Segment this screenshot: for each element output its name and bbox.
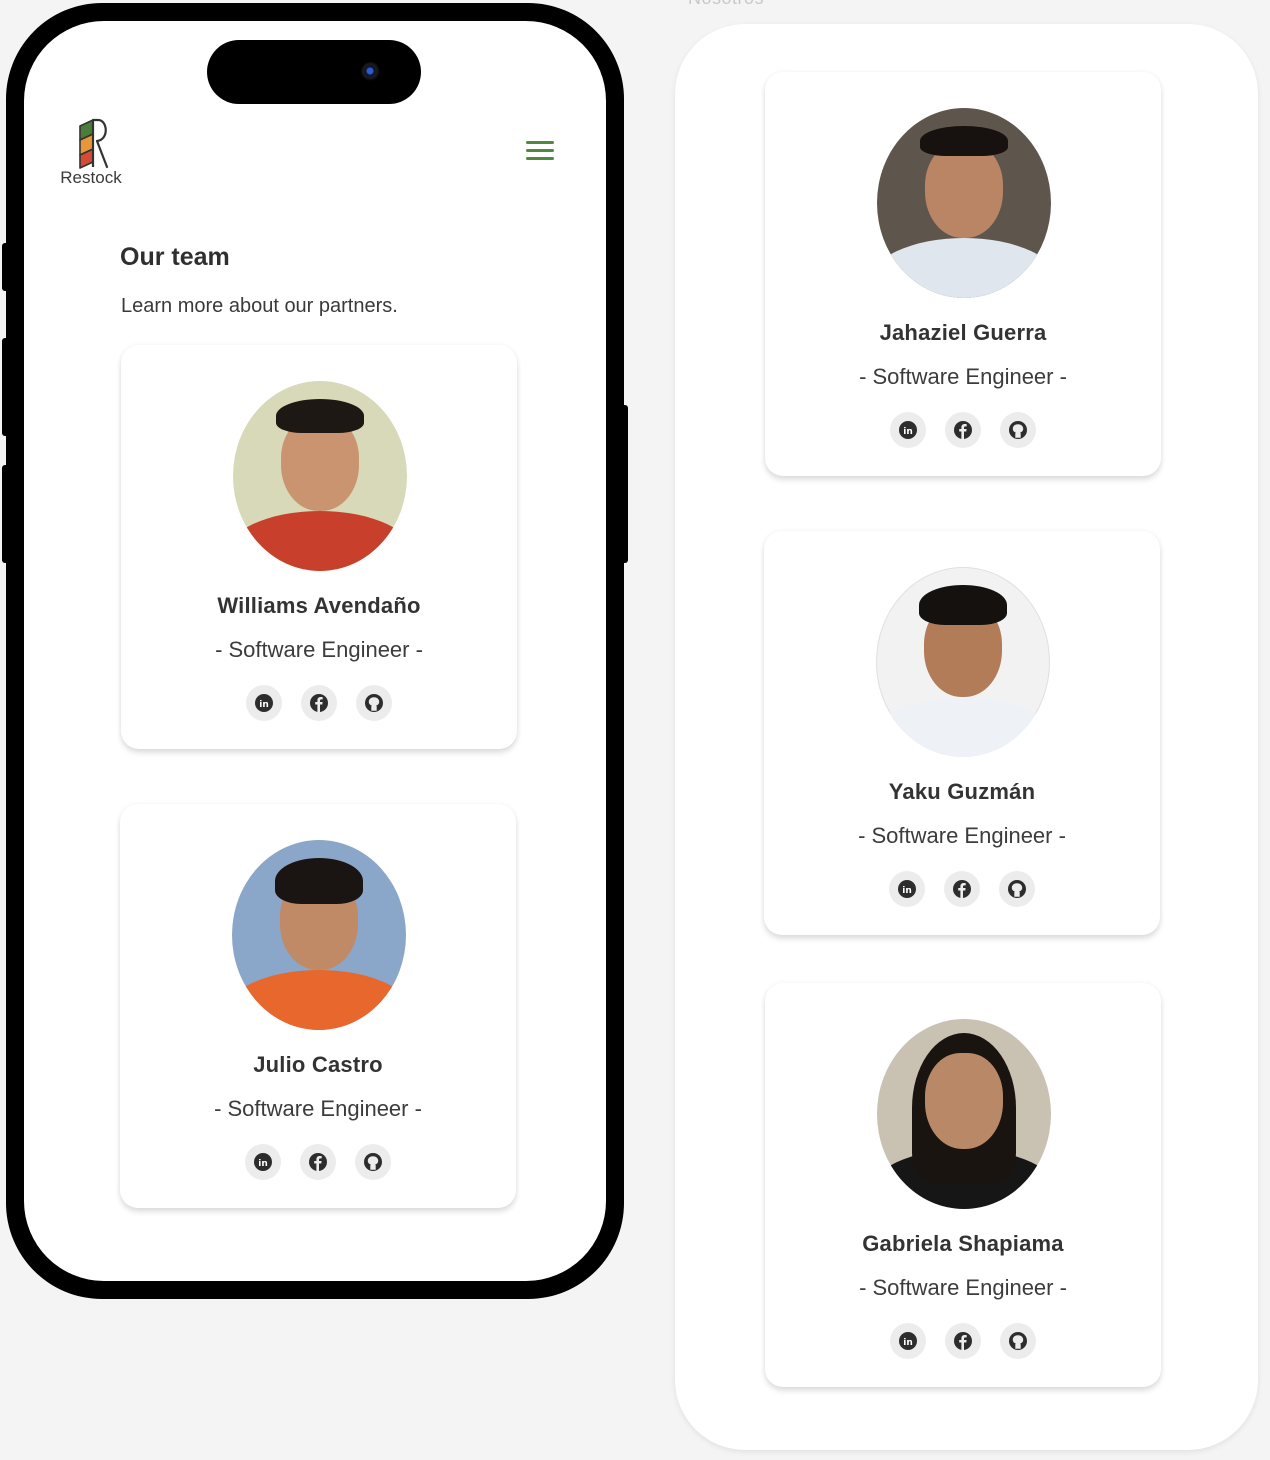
facebook-button[interactable] [944,871,980,907]
linkedin-icon: in [255,694,273,712]
github-button[interactable] [999,871,1035,907]
camera-icon [361,62,381,82]
member-card: Yaku Guzmán - Software Engineer - in [764,531,1160,935]
facebook-icon [954,1332,972,1350]
github-icon [365,694,383,712]
github-button[interactable] [355,1144,391,1180]
desktop-team-panel: Jahaziel Guerra - Software Engineer - in… [675,24,1258,1450]
facebook-icon [954,421,972,439]
github-icon [1009,1332,1027,1350]
member-role: - Software Engineer - [859,1275,1067,1300]
member-card: Jahaziel Guerra - Software Engineer - in [765,72,1161,476]
member-card: Julio Castro - Software Engineer - in [120,804,516,1208]
member-name: Jahaziel Guerra [879,320,1047,345]
svg-text:in: in [903,1338,913,1348]
facebook-icon [309,1153,327,1171]
github-button[interactable] [356,685,392,721]
page-title: Our team [120,243,230,271]
member-avatar [877,108,1051,298]
github-button[interactable] [1000,412,1036,448]
svg-text:in: in [902,886,912,896]
page-subtitle: Learn more about our partners. [121,295,398,317]
linkedin-button[interactable]: in [890,1323,926,1359]
github-icon [364,1153,382,1171]
member-name: Julio Castro [253,1052,383,1077]
linkedin-button[interactable]: in [889,871,925,907]
linkedin-icon: in [254,1153,272,1171]
phone-screen: Restock Our team Learn more about our pa… [24,21,606,1281]
member-role: - Software Engineer - [215,637,423,662]
linkedin-icon: in [898,880,916,898]
facebook-button[interactable] [945,412,981,448]
restock-logo[interactable]: Restock [56,116,126,188]
linkedin-button[interactable]: in [890,412,926,448]
member-name: Gabriela Shapiama [862,1231,1064,1256]
member-card: Gabriela Shapiama - Software Engineer - … [765,983,1161,1387]
member-avatar [876,567,1050,757]
member-avatar [877,1019,1051,1209]
social-links: in [764,871,1160,907]
facebook-button[interactable] [300,1144,336,1180]
facebook-button[interactable] [945,1323,981,1359]
dynamic-island [207,40,421,104]
linkedin-icon: in [899,421,917,439]
member-avatar [232,840,406,1030]
member-name: Yaku Guzmán [888,779,1036,804]
github-icon [1009,421,1027,439]
linkedin-icon: in [899,1332,917,1350]
social-links: in [765,1323,1161,1359]
facebook-icon [310,694,328,712]
social-links: in [765,412,1161,448]
social-links: in [120,1144,516,1180]
frame-label: Nosotros [688,0,764,9]
hamburger-icon [526,141,554,144]
github-button[interactable] [1000,1323,1036,1359]
svg-text:in: in [258,1159,268,1169]
linkedin-button[interactable]: in [245,1144,281,1180]
svg-text:in: in [903,427,913,437]
member-role: - Software Engineer - [859,364,1067,389]
member-card: Williams Avendaño - Software Engineer - … [121,345,517,749]
member-role: - Software Engineer - [214,1096,422,1121]
restock-logo-icon [79,118,109,169]
member-name: Williams Avendaño [217,593,421,618]
github-icon [1008,880,1026,898]
hamburger-menu-button[interactable] [526,141,554,163]
member-avatar [233,381,407,571]
logo-label: Restock [60,168,122,187]
facebook-icon [953,880,971,898]
facebook-button[interactable] [301,685,337,721]
member-role: - Software Engineer - [858,823,1066,848]
phone-frame: Restock Our team Learn more about our pa… [2,3,628,1299]
social-links: in [121,685,517,721]
svg-text:in: in [259,700,269,710]
linkedin-button[interactable]: in [246,685,282,721]
